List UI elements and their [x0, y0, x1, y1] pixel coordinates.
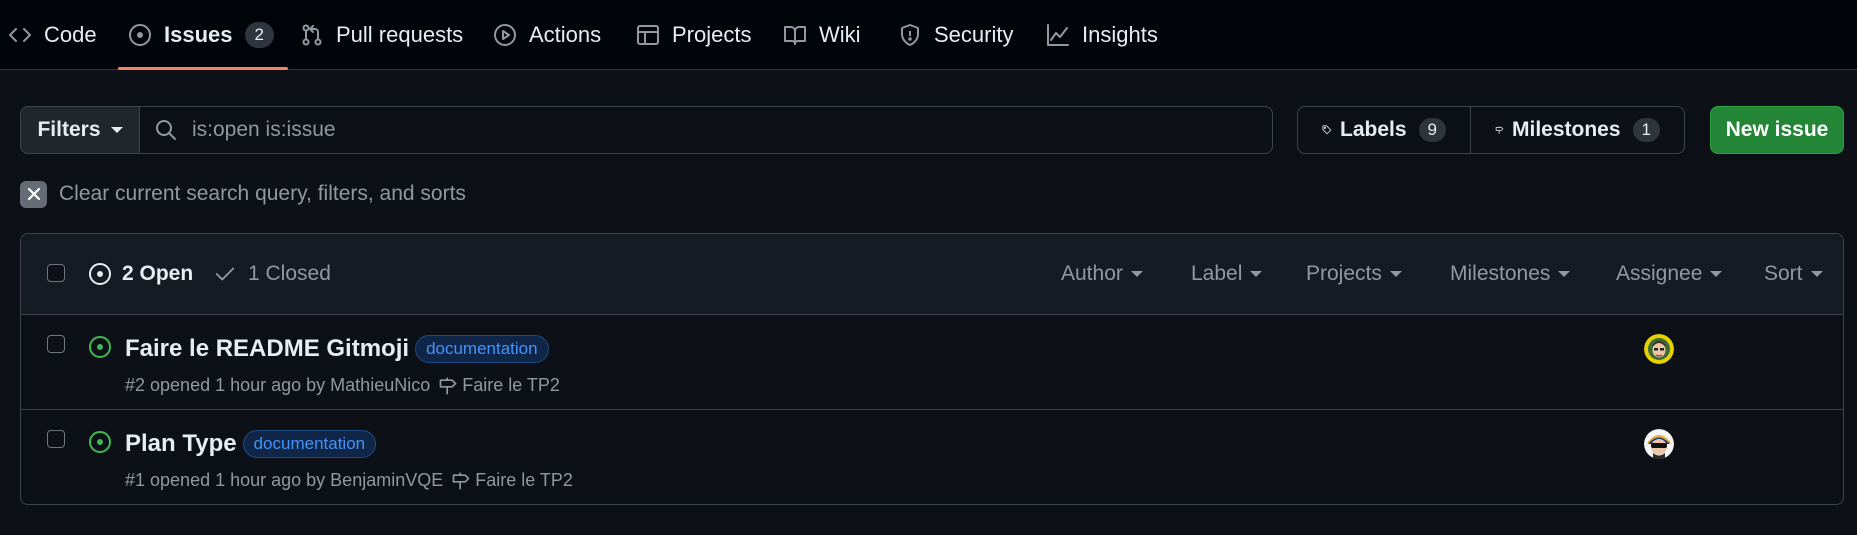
- issue-checkbox[interactable]: [47, 430, 65, 448]
- tab-actions[interactable]: Actions: [493, 0, 601, 70]
- issue-milestone-label: Faire le TP2: [462, 375, 560, 395]
- issue-opened-icon: [89, 431, 111, 453]
- tab-label: Security: [934, 22, 1014, 47]
- caret-down-icon: [1558, 271, 1571, 277]
- issue-opened-icon: [129, 24, 151, 46]
- tab-pull-requests[interactable]: Pull requests: [300, 0, 463, 70]
- issue-milestone-link[interactable]: Faire le TP2: [438, 375, 560, 396]
- tab-security[interactable]: Security: [898, 0, 1013, 70]
- caret-down-icon: [1810, 271, 1823, 277]
- tab-label: Actions: [529, 22, 602, 47]
- sort-label: Sort: [1764, 262, 1803, 285]
- label-filter[interactable]: Label: [1191, 262, 1263, 286]
- clear-query-text: Clear current search query, filters, and…: [59, 182, 466, 205]
- issue-row: Plan Type documentation #1 opened 1 hour…: [21, 410, 1843, 504]
- tab-label: Pull requests: [336, 22, 464, 47]
- closed-issues-toggle[interactable]: 1 Closed: [214, 262, 331, 286]
- tab-code[interactable]: Code: [8, 0, 97, 70]
- milestones-button[interactable]: Milestones 1: [1471, 106, 1685, 154]
- tab-projects[interactable]: Projects: [636, 0, 751, 70]
- issue-title-link[interactable]: Plan Type: [125, 430, 237, 458]
- close-icon: [20, 180, 47, 208]
- issue-milestone-link[interactable]: Faire le TP2: [451, 470, 573, 491]
- issue-row: Faire le README Gitmoji documentation #2…: [21, 315, 1843, 410]
- caret-down-icon: [1130, 271, 1143, 277]
- author-filter-label: Author: [1061, 262, 1123, 285]
- sort-dropdown[interactable]: Sort: [1764, 262, 1823, 286]
- check-icon: [215, 267, 235, 281]
- author-filter[interactable]: Author: [1061, 262, 1143, 286]
- issues-count-badge: 2: [244, 22, 274, 48]
- labels-count-badge: 9: [1418, 118, 1446, 142]
- caret-down-icon: [110, 127, 123, 133]
- tab-label: Projects: [672, 22, 752, 47]
- issue-opened-icon: [89, 336, 111, 358]
- open-count-label: 2 Open: [122, 262, 194, 285]
- book-icon: [784, 26, 806, 45]
- issue-title-line: Plan Type documentation: [125, 430, 377, 458]
- shield-icon: [901, 24, 919, 46]
- issues-list-header: 2 Open 1 Closed Author Label Projects Mi…: [21, 234, 1843, 315]
- filters-label: Filters: [37, 118, 101, 141]
- tab-label: Issues: [164, 22, 233, 47]
- issue-title-link[interactable]: Faire le README Gitmoji: [125, 335, 409, 363]
- caret-down-icon: [1710, 271, 1723, 277]
- tab-issues[interactable]: Issues 2: [118, 0, 288, 70]
- tab-label: Insights: [1082, 22, 1158, 47]
- graph-icon: [1047, 24, 1069, 46]
- tab-label: Code: [44, 22, 97, 47]
- issue-opened-by-text: #2 opened 1 hour ago by MathieuNico: [125, 375, 431, 395]
- assignee-filter-label: Assignee: [1616, 262, 1703, 285]
- milestones-filter-label: Milestones: [1450, 262, 1551, 285]
- assignee-avatar[interactable]: [1644, 429, 1674, 459]
- git-pull-request-icon: [302, 24, 322, 46]
- tag-icon: [1322, 125, 1332, 135]
- issue-meta: #2 opened 1 hour ago by MathieuNico Fair…: [125, 375, 560, 396]
- milestones-button-label: Milestones: [1512, 118, 1621, 141]
- assignee-filter[interactable]: Assignee: [1616, 262, 1723, 286]
- search-icon: [156, 120, 176, 140]
- issues-list: 2 Open 1 Closed Author Label Projects Mi…: [20, 233, 1844, 505]
- milestones-filter[interactable]: Milestones: [1450, 262, 1571, 286]
- clear-search-query-link[interactable]: Clear current search query, filters, and…: [20, 180, 466, 208]
- labels-button-label: Labels: [1340, 118, 1407, 141]
- search-box: [140, 106, 1273, 154]
- repo-tab-nav: Code Issues 2 Pull requests Actions Proj…: [0, 0, 1857, 70]
- milestone-icon: [439, 377, 457, 394]
- issue-milestone-label: Faire le TP2: [475, 470, 573, 490]
- new-issue-button[interactable]: New issue: [1710, 106, 1844, 154]
- caret-down-icon: [1389, 271, 1402, 277]
- closed-count-label: 1 Closed: [248, 262, 331, 285]
- tab-label: Wiki: [819, 22, 861, 47]
- open-issues-toggle[interactable]: 2 Open: [88, 262, 193, 286]
- tab-insights[interactable]: Insights: [1046, 0, 1158, 70]
- issues-filter-bar: Filters: [20, 106, 1273, 154]
- table-icon: [637, 25, 659, 45]
- avatar-image: [1644, 334, 1674, 364]
- label-filter-label: Label: [1191, 262, 1243, 285]
- labels-milestones-group: Labels 9 Milestones 1: [1297, 106, 1685, 154]
- tab-wiki[interactable]: Wiki: [783, 0, 861, 70]
- milestones-count-badge: 1: [1632, 118, 1660, 142]
- select-all-checkbox[interactable]: [47, 264, 65, 282]
- labels-button[interactable]: Labels 9: [1297, 106, 1471, 154]
- issue-label-chip[interactable]: documentation: [415, 335, 549, 363]
- milestone-icon: [452, 472, 470, 489]
- code-icon: [9, 28, 31, 42]
- issue-opened-icon: [89, 263, 111, 285]
- milestone-icon: [1495, 126, 1504, 134]
- caret-down-icon: [1250, 271, 1263, 277]
- search-input[interactable]: [192, 118, 1092, 142]
- issue-title-line: Faire le README Gitmoji documentation: [125, 335, 549, 363]
- issue-opened-by-text: #1 opened 1 hour ago by BenjaminVQE: [125, 470, 444, 490]
- projects-filter-label: Projects: [1306, 262, 1382, 285]
- avatar-image: [1644, 429, 1674, 459]
- assignee-avatar[interactable]: [1644, 334, 1674, 364]
- issue-label-chip[interactable]: documentation: [242, 430, 377, 458]
- play-icon: [494, 24, 516, 46]
- issue-meta: #1 opened 1 hour ago by BenjaminVQE Fair…: [125, 470, 573, 491]
- issue-checkbox[interactable]: [47, 335, 65, 353]
- projects-filter[interactable]: Projects: [1306, 262, 1402, 286]
- filters-dropdown-button[interactable]: Filters: [20, 106, 140, 154]
